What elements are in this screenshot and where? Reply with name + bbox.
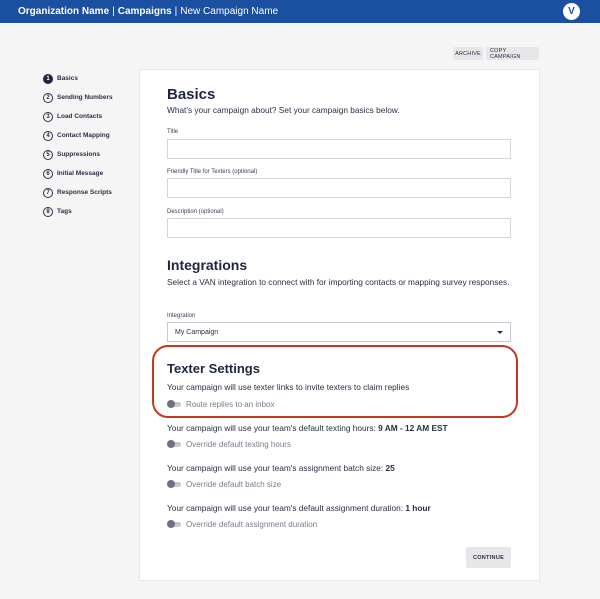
step-number: 4 xyxy=(43,130,53,141)
friendly-title-label: Friendly Title for Texters (optional) xyxy=(167,169,258,175)
title-input[interactable] xyxy=(167,139,511,159)
override-hours-label: Override default texting hours xyxy=(186,440,291,449)
step-number: 7 xyxy=(43,187,53,198)
texter-settings-heading: Texter Settings xyxy=(167,361,260,376)
step-suppressions[interactable]: 5 Suppressions xyxy=(43,145,113,164)
description-label: Description (optional) xyxy=(167,209,224,215)
step-contact-mapping[interactable]: 4 Contact Mapping xyxy=(43,126,113,145)
step-initial-message[interactable]: 6 Initial Message xyxy=(43,164,113,183)
step-label: Load Contacts xyxy=(57,113,103,120)
step-load-contacts[interactable]: 3 Load Contacts xyxy=(43,107,113,126)
integration-label: Integration xyxy=(167,313,196,319)
campaign-name: New Campaign Name xyxy=(180,6,279,17)
step-label: Contact Mapping xyxy=(57,132,110,139)
assignment-duration-value: 1 hour xyxy=(405,503,431,513)
texting-hours-text: Your campaign will use your team's defau… xyxy=(167,423,448,433)
top-bar: Organization Name | Campaigns | New Camp… xyxy=(0,0,600,23)
assignment-duration-text: Your campaign will use your team's defau… xyxy=(167,503,431,513)
route-replies-label: Route replies to an inbox xyxy=(186,400,275,409)
friendly-title-input[interactable] xyxy=(167,178,511,198)
archive-button[interactable]: ARCHIVE xyxy=(453,47,483,60)
override-batch-toggle[interactable]: Override default batch size xyxy=(167,480,281,489)
step-number: 8 xyxy=(43,206,53,217)
override-batch-label: Override default batch size xyxy=(186,480,282,489)
integration-value: My Campaign xyxy=(175,329,219,336)
step-number: 6 xyxy=(43,168,53,179)
continue-button[interactable]: CONTINUE xyxy=(466,547,511,568)
description-input[interactable] xyxy=(167,218,511,238)
step-number: 3 xyxy=(43,111,53,122)
step-basics[interactable]: 1 Basics xyxy=(43,69,113,88)
breadcrumb-separator: | xyxy=(174,6,178,17)
step-number: 2 xyxy=(43,92,53,103)
basics-heading: Basics xyxy=(167,86,216,103)
integrations-heading: Integrations xyxy=(167,257,248,273)
override-duration-toggle[interactable]: Override default assignment duration xyxy=(167,520,317,529)
texting-hours-value: 9 AM - 12 AM EST xyxy=(378,423,448,433)
toggle-switch xyxy=(167,480,181,488)
integration-select[interactable]: My Campaign xyxy=(167,322,511,342)
step-number: 1 xyxy=(43,73,53,84)
avatar[interactable]: V xyxy=(563,3,580,20)
batch-size-value: 25 xyxy=(385,463,395,473)
integrations-subtitle: Select a VAN integration to connect with… xyxy=(167,277,510,287)
toggle-switch xyxy=(167,440,181,448)
step-sending-numbers[interactable]: 2 Sending Numbers xyxy=(43,88,113,107)
step-response-scripts[interactable]: 7 Response Scripts xyxy=(43,183,113,202)
step-label: Response Scripts xyxy=(57,189,112,196)
title-label: Title xyxy=(167,129,179,135)
org-name[interactable]: Organization Name xyxy=(18,6,109,17)
copy-campaign-button[interactable]: COPY CAMPAIGN xyxy=(486,47,539,60)
toggle-switch xyxy=(167,400,181,408)
override-duration-label: Override default assignment duration xyxy=(186,520,318,529)
breadcrumb-separator: | xyxy=(112,6,115,17)
campaigns-link[interactable]: Campaigns xyxy=(118,6,172,17)
route-replies-toggle[interactable]: Route replies to an inbox xyxy=(167,400,275,409)
step-nav: 1 Basics 2 Sending Numbers 3 Load Contacts … xyxy=(43,69,113,221)
toggle-switch xyxy=(167,520,181,528)
step-number: 5 xyxy=(43,149,53,160)
texter-settings-subtitle: Your campaign will use texter links to i… xyxy=(167,382,410,392)
step-label: Basics xyxy=(57,75,78,82)
batch-size-text: Your campaign will use your team's assig… xyxy=(167,463,395,473)
basics-subtitle: What's your campaign about? Set your cam… xyxy=(167,105,400,115)
step-label: Tags xyxy=(57,208,72,215)
step-label: Sending Numbers xyxy=(57,94,113,101)
chevron-down-icon xyxy=(497,331,503,334)
override-hours-toggle[interactable]: Override default texting hours xyxy=(167,440,291,449)
step-tags[interactable]: 8 Tags xyxy=(43,202,113,221)
step-label: Suppressions xyxy=(57,151,100,158)
step-label: Initial Message xyxy=(57,170,104,177)
